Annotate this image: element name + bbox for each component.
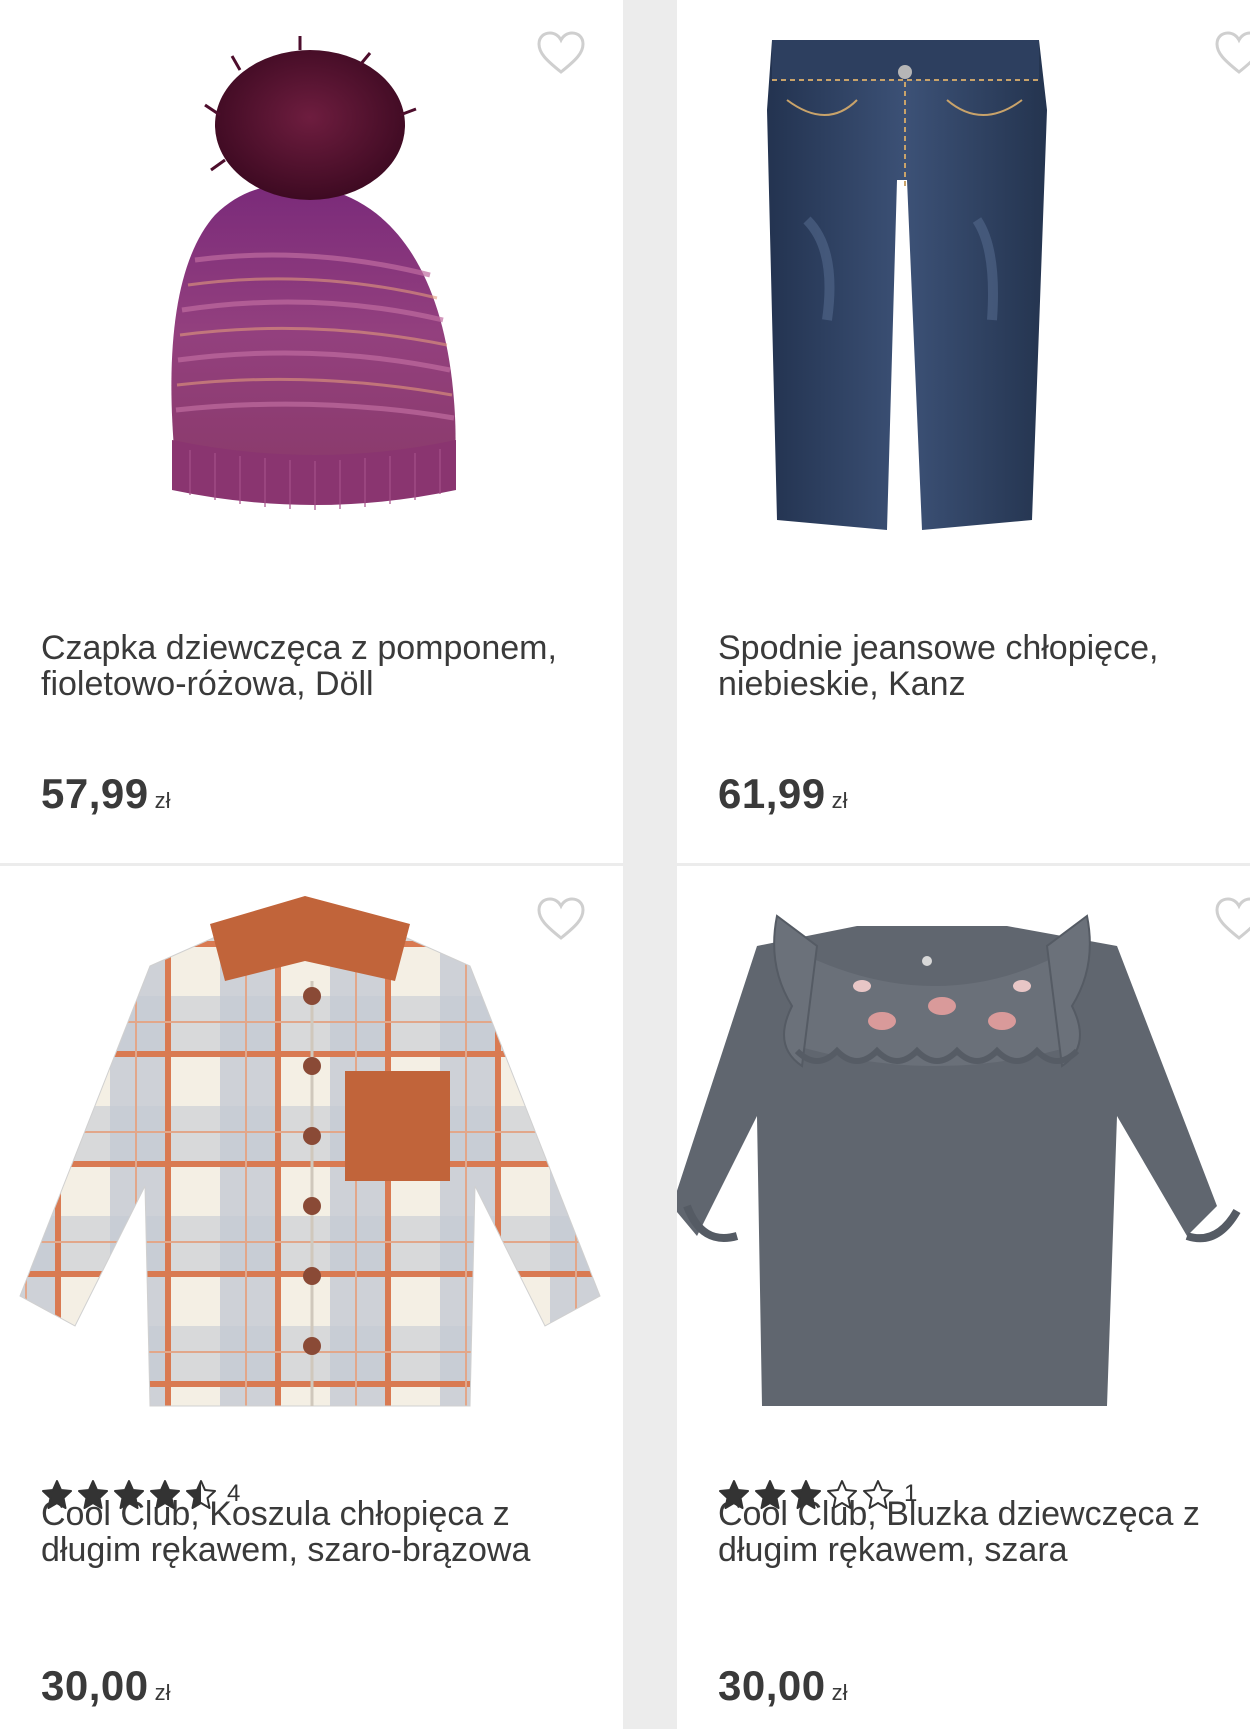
product-card[interactable]: Spodnie jeansowe chłopięce, niebieskie, …: [677, 0, 1250, 863]
price: 30,00 zł: [718, 1662, 848, 1710]
star-empty-icon: [863, 1480, 893, 1509]
star-full-icon: [150, 1480, 180, 1509]
star-full-icon: [791, 1480, 821, 1509]
knit-hat-with-pompom-image[interactable]: [0, 20, 623, 600]
product-card[interactable]: Czapka dziewczęca z pomponem, fioletowo-…: [0, 0, 623, 863]
product-title-line: niebieskie, Kanz: [718, 665, 966, 703]
star-full-icon: [78, 1480, 108, 1509]
star-rating: 4: [41, 1478, 240, 1510]
grey-blouse-image[interactable]: [677, 886, 1250, 1466]
product-title-line: Czapka dziewczęca z pomponem,: [41, 629, 557, 667]
star-empty-icon: [827, 1480, 857, 1509]
product-card[interactable]: Cool Club, Bluzka dziewczęca z długim rę…: [677, 866, 1250, 1729]
price-value: 30,00: [718, 1662, 826, 1709]
price-currency: zł: [154, 788, 171, 813]
star-rating: 1: [718, 1478, 917, 1510]
review-count: 4: [227, 1480, 241, 1507]
price-currency: zł: [154, 1680, 171, 1705]
product-title-line: długim rękawem, szaro-brązowa: [41, 1531, 531, 1569]
price: 57,99 zł: [41, 770, 171, 818]
jeans-image[interactable]: [677, 20, 1250, 600]
product-card[interactable]: Cool Club, Koszula chłopięca z długim rę…: [0, 866, 623, 1729]
price: 61,99 zł: [718, 770, 848, 818]
price-value: 30,00: [41, 1662, 149, 1709]
plaid-shirt-image[interactable]: [0, 886, 623, 1466]
price-currency: zł: [831, 1680, 848, 1705]
product-title[interactable]: Czapka dziewczęca z pomponem, fioletowo-…: [41, 630, 581, 702]
price-currency: zł: [831, 788, 848, 813]
price-value: 57,99: [41, 770, 149, 817]
star-full-icon: [755, 1480, 785, 1509]
product-title-line: Spodnie jeansowe chłopięce,: [718, 629, 1159, 667]
price-value: 61,99: [718, 770, 826, 817]
product-title-line: fioletowo-różowa, Döll: [41, 665, 374, 703]
product-title[interactable]: Spodnie jeansowe chłopięce, niebieskie, …: [718, 630, 1250, 702]
star-half-icon: [186, 1480, 216, 1509]
star-full-icon: [719, 1480, 749, 1509]
price: 30,00 zł: [41, 1662, 171, 1710]
review-count: 1: [904, 1480, 918, 1507]
product-title-line: długim rękawem, szara: [718, 1531, 1068, 1569]
star-full-icon: [114, 1480, 144, 1509]
star-full-icon: [42, 1480, 72, 1509]
